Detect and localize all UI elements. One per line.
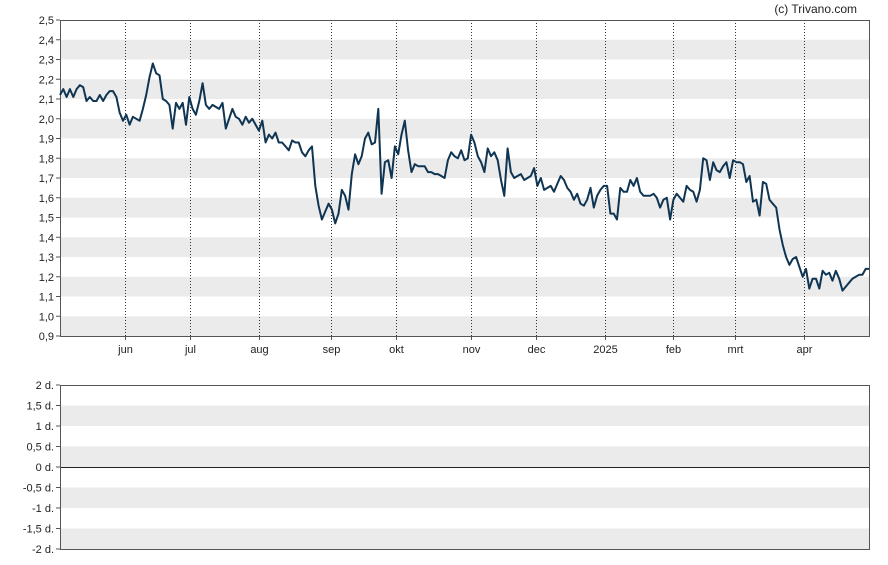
y-tick-label: 1,7 (39, 173, 54, 185)
y-tick-label: 1,9 (39, 134, 54, 146)
x-tick-label: apr (797, 344, 813, 356)
dividend-y-tick-label: 1 d. (36, 421, 54, 433)
x-tick-label: okt (389, 344, 404, 356)
y-tick-label: 2,2 (39, 74, 54, 86)
y-tick-label: 2,4 (39, 35, 54, 47)
x-tick-label: jul (184, 344, 196, 356)
copyright-label: (c) Trivano.com (774, 2, 857, 16)
dividend-y-tick-label: 0,5 d. (26, 442, 54, 454)
main-panel-bands (60, 39, 869, 336)
y-tick-label: 2,5 (39, 15, 54, 27)
main-band (60, 316, 869, 336)
x-tick-label: 2025 (593, 344, 617, 356)
main-panel-x-axis: jun jul aug sep okt nov dec 2025 feb mrt apr (117, 336, 813, 356)
chart-canvas: 2,5 2,4 2,3 2,2 2,1 2,0 1,9 1,8 1,7 1,6 1,5 1,4 1,3 1… (23, 2, 870, 556)
dividend-band (60, 528, 869, 549)
dividend-panel-bands (60, 405, 869, 549)
dividend-band (60, 446, 869, 467)
y-tick-label: 1,1 (39, 292, 54, 304)
dividend-y-tick-label: -1 d. (32, 503, 54, 515)
dividend-y-tick-label: -2 d. (32, 544, 54, 556)
main-band (60, 39, 869, 60)
main-panel-y-axis: 2,5 2,4 2,3 2,2 2,1 2,0 1,9 1,8 1,7 1,6 1,5 1,4 1,3 1… (39, 15, 60, 343)
dividend-panel-y-axis: 2 d. 1,5 d. 1 d. 0,5 d. 0 d. -0,5 d. -1 d. -1,5… (23, 380, 60, 556)
main-band (60, 118, 869, 139)
main-band (60, 158, 869, 178)
y-tick-label: 1,8 (39, 153, 54, 165)
dividend-y-tick-label: -0,5 d. (23, 483, 54, 495)
main-band (60, 237, 869, 257)
dividend-y-tick-label: 2 d. (36, 380, 54, 392)
dividend-band (60, 405, 869, 426)
main-band (60, 79, 869, 99)
y-tick-label: 2,0 (39, 114, 54, 126)
x-tick-label: dec (528, 344, 546, 356)
y-tick-label: 0,9 (39, 331, 54, 343)
y-tick-label: 1,3 (39, 252, 54, 264)
dividend-y-tick-label: -1,5 d. (23, 524, 54, 536)
x-tick-label: jun (117, 344, 133, 356)
main-band (60, 276, 869, 297)
x-tick-label: nov (463, 344, 481, 356)
x-tick-label: mrt (728, 344, 744, 356)
x-tick-label: aug (250, 344, 268, 356)
y-tick-label: 1,0 (39, 311, 54, 323)
dividend-y-tick-label: 0 d. (36, 462, 54, 474)
y-tick-label: 2,1 (39, 94, 54, 106)
main-band (60, 197, 869, 218)
x-tick-label: sep (323, 344, 341, 356)
y-tick-label: 2,3 (39, 55, 54, 67)
y-tick-label: 1,2 (39, 272, 54, 284)
y-tick-label: 1,6 (39, 193, 54, 205)
dividend-band (60, 487, 869, 508)
y-tick-label: 1,4 (39, 232, 54, 244)
dividend-y-tick-label: 1,5 d. (26, 401, 54, 413)
x-tick-label: feb (666, 344, 681, 356)
y-tick-label: 1,5 (39, 213, 54, 225)
